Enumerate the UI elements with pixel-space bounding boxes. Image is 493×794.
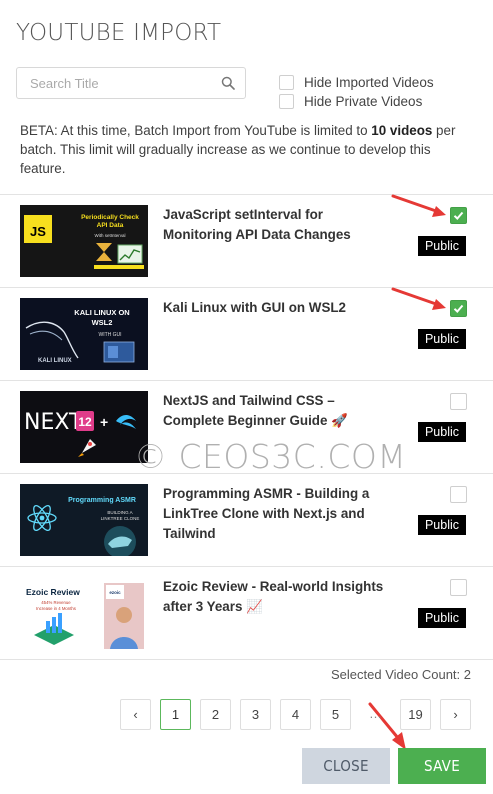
video-thumbnail: Programming ASMR BUILDING A LINKTREE CLO… [20,484,148,556]
search-box [16,67,246,99]
video-select-checkbox[interactable] [450,207,467,224]
page-button-1[interactable]: 1 [160,699,191,730]
thumb-plus: + [100,414,108,430]
thumb-subheading-2: LINKTREE CLONE [101,516,140,521]
video-title: Programming ASMR - Building a LinkTree C… [163,486,370,541]
video-thumbnail: Ezoic Review 454% Revenue Increase in 4 … [20,577,148,649]
status-badge: Public [418,608,466,628]
video-select-checkbox[interactable] [450,393,467,410]
hide-private-checkbox[interactable] [279,93,294,109]
thumb-subheading: WITH GUI [98,332,121,338]
page-button-3[interactable]: 3 [240,699,271,730]
video-title: Kali Linux with GUI on WSL2 [163,300,347,315]
next-page-button[interactable]: › [440,699,471,730]
video-thumbnail: JS Periodically Check API Data With setI… [20,205,148,277]
beta-notice: BETA: At this time, Batch Import from Yo… [20,121,475,178]
checkmark-icon [453,304,464,313]
thumb-heading-2: API Data [97,222,124,229]
video-row[interactable]: KALI LINUX ON WSL2 WITH GUI KALI LINUX K… [0,288,493,380]
page-button-last[interactable]: 19 [400,699,431,730]
thumb-subheading: 454% Revenue [41,600,71,605]
beta-text-limit: 10 videos [371,123,433,138]
status-badge: Public [418,329,466,349]
video-row[interactable]: JS Periodically Check API Data With setI… [0,195,493,287]
thumb-footer: KALI LINUX [38,358,72,364]
hide-imported-option[interactable]: Hide Imported Videos [279,73,434,91]
thumb-logo: ezoic [109,590,121,595]
hide-imported-checkbox[interactable] [279,74,294,90]
page-button-4[interactable]: 4 [280,699,311,730]
video-select-checkbox[interactable] [450,579,467,596]
status-badge: Public [418,515,466,535]
save-button[interactable]: SAVE [398,748,486,784]
video-select-checkbox[interactable] [450,486,467,503]
video-thumbnail: NEXT 12 + [20,391,148,463]
thumb-heading: NEXT [24,410,83,435]
thumb-version: 12 [78,415,92,429]
search-input[interactable] [17,68,245,98]
search-icon[interactable] [221,76,235,90]
page-button-2[interactable]: 2 [200,699,231,730]
hide-imported-label: Hide Imported Videos [304,74,434,90]
beta-text-prefix: BETA: At this time, Batch Import from Yo… [20,123,372,138]
prev-page-button[interactable]: ‹ [120,699,151,730]
checkmark-icon [453,211,464,220]
watermark: © CEOS3C.COM [134,437,407,476]
close-button[interactable]: CLOSE [302,748,390,784]
hide-private-option[interactable]: Hide Private Videos [279,92,422,110]
video-title: NextJS and Tailwind CSS – Complete Begin… [163,393,348,428]
video-row[interactable]: Ezoic Review 454% Revenue Increase in 4 … [0,567,493,659]
page-title: YOUTUBE IMPORT [16,20,222,46]
video-row[interactable]: Programming ASMR BUILDING A LINKTREE CLO… [0,474,493,566]
thumb-js-text: JS [30,224,46,239]
thumb-heading: KALI LINUX ON [74,308,129,317]
divider [0,659,493,660]
video-title: Ezoic Review - Real-world Insights after… [163,579,384,614]
thumb-heading: Ezoic Review [26,587,80,597]
video-thumbnail: KALI LINUX ON WSL2 WITH GUI KALI LINUX [20,298,148,370]
thumb-subheading-2: Increase in 4 Months [36,606,76,611]
pagination-ellipsis: … [369,706,382,721]
page-button-5[interactable]: 5 [320,699,351,730]
status-badge: Public [418,422,466,442]
thumb-subheading: BUILDING A [107,510,132,515]
thumb-heading-2: WSL2 [92,318,113,327]
thumb-heading: Programming ASMR [68,497,136,504]
status-badge: Public [418,236,466,256]
video-title: JavaScript setInterval for Monitoring AP… [163,207,351,242]
thumb-heading: Periodically Check [81,214,139,221]
video-select-checkbox[interactable] [450,300,467,317]
thumb-subheading: With setInterval [94,233,125,238]
selected-count: Selected Video Count: 2 [331,667,471,682]
hide-private-label: Hide Private Videos [304,93,423,109]
